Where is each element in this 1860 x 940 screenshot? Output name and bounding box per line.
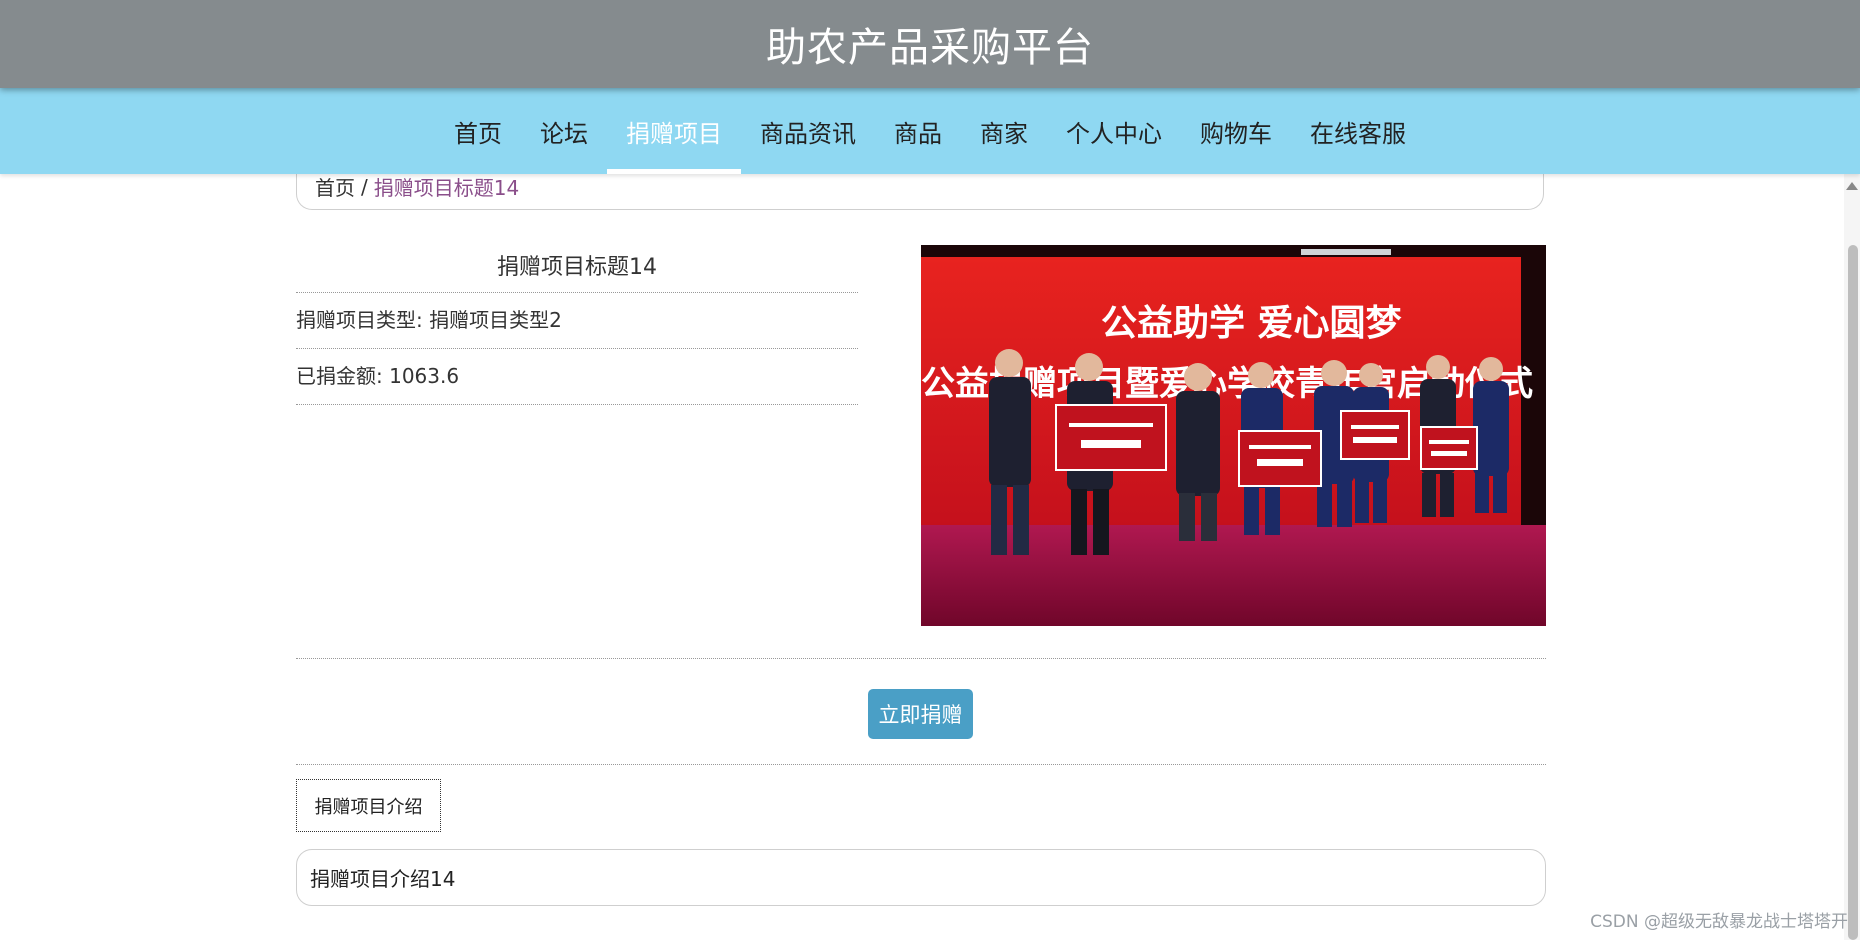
breadcrumb-current: 捐赠项目标题14 [373, 176, 520, 200]
donate-now-button[interactable]: 立即捐赠 [868, 689, 973, 739]
project-type-label: 捐赠项目类型: [296, 308, 423, 332]
nav-item-forum[interactable]: 论坛 [521, 88, 607, 174]
nav-item-cart[interactable]: 购物车 [1181, 88, 1291, 174]
section-divider-bottom [296, 764, 1546, 765]
main-navigation: 首页 论坛 捐赠项目 商品资讯 商品 商家 个人中心 购物车 在线客服 [0, 88, 1860, 174]
nav-item-product-news[interactable]: 商品资讯 [741, 88, 875, 174]
nav-item-merchants[interactable]: 商家 [961, 88, 1047, 174]
nav-item-products[interactable]: 商品 [875, 88, 961, 174]
project-type-value: 捐赠项目类型2 [429, 308, 562, 332]
nav-item-donation-projects[interactable]: 捐赠项目 [607, 88, 741, 174]
donated-amount-label: 已捐金额: [296, 364, 383, 388]
nav-item-personal-center[interactable]: 个人中心 [1047, 88, 1181, 174]
donated-amount-row: 已捐金额: 1063.6 [296, 349, 858, 405]
nav-list: 首页 论坛 捐赠项目 商品资讯 商品 商家 个人中心 购物车 在线客服 [0, 88, 1860, 174]
nav-item-online-service[interactable]: 在线客服 [1291, 88, 1425, 174]
project-title: 捐赠项目标题14 [296, 244, 858, 293]
project-photo: 公益助学 爱心圆梦 公益捐赠项目暨爱心学校青年宫启动仪式 [921, 245, 1546, 626]
breadcrumb-separator: / [361, 174, 368, 199]
breadcrumb-home-link[interactable]: 首页 [315, 172, 355, 201]
section-divider-top [296, 658, 1546, 659]
nav-item-home[interactable]: 首页 [435, 88, 521, 174]
project-intro-content: 捐赠项目介绍14 [296, 849, 1546, 906]
tab-project-intro[interactable]: 捐赠项目介绍 [296, 779, 441, 832]
page: 助农产品采购平台 首页 论坛 捐赠项目 商品资讯 商品 商家 个人中心 购物车 … [0, 0, 1860, 940]
site-header: 助农产品采购平台 [0, 0, 1860, 88]
donated-amount-value: 1063.6 [389, 364, 460, 388]
project-photo-illustration: 公益助学 爱心圆梦 公益捐赠项目暨爱心学校青年宫启动仪式 [921, 245, 1546, 626]
photo-banner-line1: 公益助学 爱心圆梦 [1101, 302, 1402, 344]
site-title: 助农产品采购平台 [766, 25, 1094, 71]
scrollbar-thumb[interactable] [1848, 245, 1858, 940]
csdn-watermark: CSDN @超级无敌暴龙战士塔塔开 [1590, 912, 1848, 932]
project-info: 捐赠项目标题14 捐赠项目类型: 捐赠项目类型2 已捐金额: 1063.6 [296, 244, 858, 405]
project-type-row: 捐赠项目类型: 捐赠项目类型2 [296, 293, 858, 349]
scroll-up-arrow-icon[interactable] [1846, 182, 1858, 190]
